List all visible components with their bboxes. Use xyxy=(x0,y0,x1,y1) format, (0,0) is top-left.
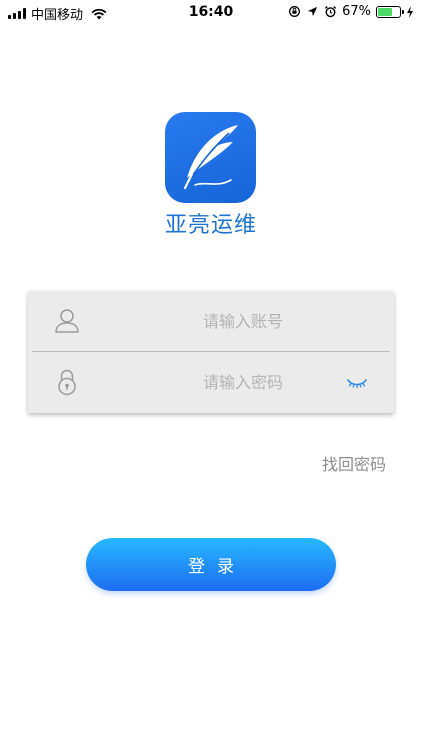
lock-icon xyxy=(58,369,76,396)
account-input[interactable] xyxy=(148,307,338,335)
user-icon xyxy=(55,309,79,333)
app-name: 亚亮运维 xyxy=(164,213,257,238)
login-button[interactable]: 登录 xyxy=(86,538,336,591)
password-input[interactable] xyxy=(148,368,338,396)
status-bar: 中国移动 16:40 67% xyxy=(0,0,422,24)
password-row xyxy=(28,352,394,413)
battery-icon xyxy=(376,5,404,18)
status-bar-right: 67% xyxy=(288,4,414,19)
alarm-icon xyxy=(325,5,337,18)
app-logo xyxy=(165,112,256,203)
quill-feather-icon xyxy=(183,125,238,190)
login-form xyxy=(28,291,394,413)
account-row xyxy=(28,291,394,352)
battery-fill xyxy=(378,7,393,16)
battery-percent: 67% xyxy=(342,4,371,19)
forgot-password-link[interactable]: 找回密码 xyxy=(322,451,386,475)
location-icon xyxy=(307,6,318,17)
orientation-lock-icon xyxy=(289,6,301,17)
charging-icon xyxy=(407,5,413,18)
eye-closed-icon[interactable] xyxy=(346,377,368,389)
